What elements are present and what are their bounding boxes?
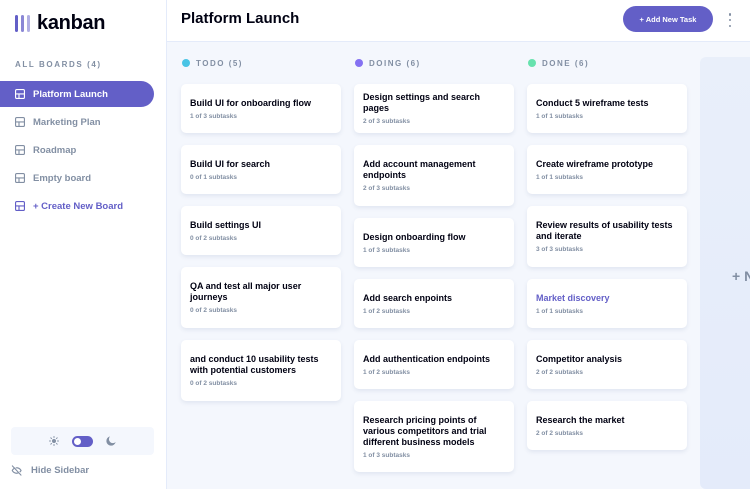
task-card[interactable]: Competitor analysis 2 of 2 subtasks (527, 340, 687, 389)
logo-icon (15, 14, 30, 32)
task-subtasks: 1 of 3 subtasks (190, 112, 237, 120)
task-subtasks: 1 of 3 subtasks (363, 246, 410, 254)
task-subtasks: 0 of 2 subtasks (190, 307, 237, 314)
task-subtasks: 1 of 1 subtasks (536, 173, 583, 181)
task-card[interactable]: Review results of usability tests and it… (527, 206, 687, 267)
sidebar-item-platform-launch[interactable]: Platform Launch (0, 81, 154, 107)
board-icon (15, 173, 25, 183)
vertical-ellipsis-icon[interactable] (726, 12, 734, 28)
task-title: Research pricing points of various compe… (363, 414, 487, 447)
theme-toggle-panel (11, 427, 154, 455)
hide-sidebar-button[interactable]: Hide Sidebar (11, 462, 89, 478)
task-card[interactable]: QA and test all major user journeys 0 of… (181, 267, 341, 328)
logo-text: kanban (37, 11, 106, 34)
task-title: Review results of usability tests and it… (536, 220, 673, 241)
task-title: Add search enpoints (363, 292, 453, 303)
column-color-dot (355, 59, 363, 67)
task-title: Conduct 5 wireframe tests (536, 97, 649, 108)
eye-slash-icon (11, 464, 22, 476)
logo: kanban (15, 11, 106, 34)
task-title: Build UI for onboarding flow (190, 97, 311, 108)
boards-heading: ALL BOARDS (4) (15, 60, 102, 69)
sidebar-item-label: Marketing Plan (33, 116, 101, 128)
column-done: DONE (6) Conduct 5 wireframe tests 1 of … (527, 56, 687, 462)
task-subtasks: 1 of 2 subtasks (363, 368, 410, 376)
moon-icon (106, 436, 116, 446)
new-column-label: + N (732, 267, 750, 284)
sidebar-item-marketing-plan[interactable]: Marketing Plan (0, 109, 154, 135)
theme-toggle-switch[interactable] (72, 435, 93, 447)
task-card[interactable]: Research pricing points of various compe… (354, 401, 514, 472)
new-column-button[interactable]: + N (700, 57, 750, 489)
task-title: QA and test all major user journeys (190, 281, 302, 302)
board-icon (15, 145, 25, 155)
page-title: Platform Launch (181, 10, 300, 27)
task-card[interactable]: Build UI for onboarding flow 1 of 3 subt… (181, 84, 341, 133)
task-title: Market discovery (536, 292, 610, 303)
column-color-dot (528, 59, 536, 67)
task-subtasks: 1 of 1 subtasks (536, 307, 583, 315)
column-header: DOING (6) (354, 56, 514, 70)
sidebar-item-label: Empty board (33, 172, 92, 184)
column-color-dot (182, 59, 190, 67)
task-card[interactable]: Build settings UI 0 of 2 subtasks (181, 206, 341, 255)
sidebar-item-label: Platform Launch (33, 88, 108, 100)
board-icon (15, 89, 25, 99)
column-header: DONE (6) (527, 56, 687, 70)
column-title: DONE (6) (542, 58, 590, 68)
task-card[interactable]: Create wireframe prototype 1 of 1 subtas… (527, 145, 687, 194)
task-card[interactable]: Add search enpoints 1 of 2 subtasks (354, 279, 514, 328)
task-card[interactable]: Add account management endpoints 2 of 3 … (354, 145, 514, 206)
task-subtasks: 0 of 1 subtasks (190, 173, 237, 181)
task-title: Create wireframe prototype (536, 158, 654, 169)
task-card[interactable]: Add authentication endpoints 1 of 2 subt… (354, 340, 514, 389)
add-new-task-button[interactable]: + Add New Task (623, 6, 713, 32)
task-card[interactable]: Conduct 5 wireframe tests 1 of 1 subtask… (527, 84, 687, 133)
sidebar-item-empty-board[interactable]: Empty board (0, 165, 154, 191)
task-title: and conduct 10 usability tests with pote… (190, 354, 319, 375)
task-title: Research the market (536, 414, 625, 425)
task-subtasks: 0 of 2 subtasks (190, 380, 237, 387)
task-card[interactable]: Build UI for search 0 of 1 subtasks (181, 145, 341, 194)
task-title: Build UI for search (190, 158, 271, 169)
create-new-board-button[interactable]: + Create New Board (0, 193, 154, 219)
task-title: Build settings UI (190, 219, 262, 230)
create-new-board-label: + Create New Board (33, 200, 124, 212)
task-subtasks: 2 of 2 subtasks (536, 429, 583, 437)
task-subtasks: 2 of 3 subtasks (363, 118, 410, 125)
task-subtasks: 1 of 2 subtasks (363, 307, 410, 315)
task-card[interactable]: Design settings and search pages 2 of 3 … (354, 84, 514, 133)
board-icon (15, 201, 25, 211)
sidebar: kanban ALL BOARDS (4) Platform Launch Ma… (0, 0, 167, 489)
task-subtasks: 1 of 3 subtasks (363, 451, 410, 459)
board-icon (15, 117, 25, 127)
sun-icon (49, 436, 59, 446)
task-title: Competitor analysis (536, 353, 623, 364)
task-title: Design onboarding flow (363, 231, 466, 242)
task-subtasks: 3 of 3 subtasks (536, 246, 583, 253)
task-subtasks: 1 of 1 subtasks (536, 112, 583, 120)
column-doing: DOING (6) Design settings and search pag… (354, 56, 514, 484)
task-card[interactable]: Design onboarding flow 1 of 3 subtasks (354, 218, 514, 267)
sidebar-item-label: Roadmap (33, 144, 77, 156)
task-title: Add authentication endpoints (363, 353, 490, 364)
column-title: DOING (6) (369, 58, 421, 68)
task-card[interactable]: and conduct 10 usability tests with pote… (181, 340, 341, 401)
task-subtasks: 2 of 2 subtasks (536, 368, 583, 376)
task-title: Add account management endpoints (363, 159, 476, 180)
task-subtasks: 0 of 2 subtasks (190, 234, 237, 242)
task-subtasks: 2 of 3 subtasks (363, 185, 410, 192)
task-card[interactable]: Market discovery 1 of 1 subtasks (527, 279, 687, 328)
sidebar-item-roadmap[interactable]: Roadmap (0, 137, 154, 163)
header: Platform Launch + Add New Task (167, 0, 750, 42)
board-list: Platform Launch Marketing Plan Roadmap E… (0, 81, 154, 221)
hide-sidebar-label: Hide Sidebar (31, 464, 90, 476)
task-title: Design settings and search pages (363, 92, 481, 113)
column-todo: TODO (5) Build UI for onboarding flow 1 … (181, 56, 341, 413)
column-title: TODO (5) (196, 58, 243, 68)
toggle-knob (74, 437, 81, 445)
column-header: TODO (5) (181, 56, 341, 70)
task-card[interactable]: Research the market 2 of 2 subtasks (527, 401, 687, 450)
